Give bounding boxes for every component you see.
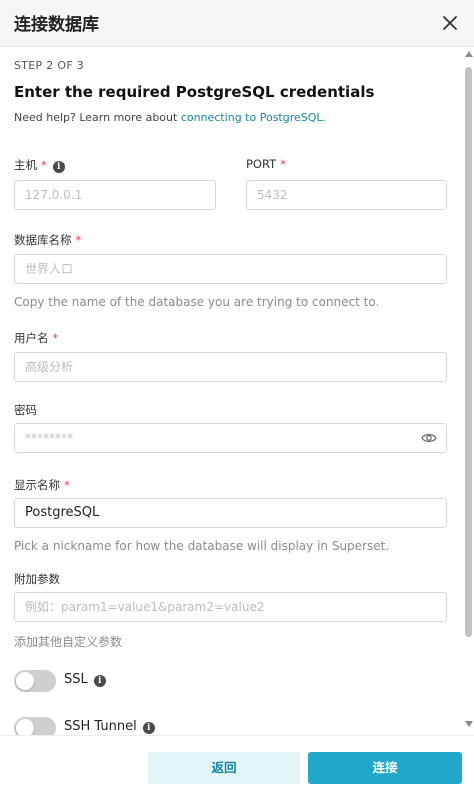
toggle-knob xyxy=(16,719,34,735)
modal-footer: 返回 连接 xyxy=(0,735,474,799)
scroll-down-arrow-icon[interactable] xyxy=(465,721,473,727)
database-hint: Copy the name of the database you are tr… xyxy=(14,295,380,309)
ssl-label-text: SSL xyxy=(64,672,88,687)
display-name-input[interactable]: PostgreSQL xyxy=(14,498,447,528)
step-indicator: STEP 2 OF 3 xyxy=(14,59,85,72)
eye-icon[interactable] xyxy=(421,432,437,444)
display-name-label: 显示名称 * xyxy=(14,477,70,493)
ssh-tunnel-label: SSH Tunnel i xyxy=(64,719,155,734)
password-label-text: 密码 xyxy=(14,403,37,417)
ssh-tunnel-toggle[interactable] xyxy=(14,717,56,735)
close-icon xyxy=(443,16,457,30)
host-label: 主机 * i xyxy=(14,157,65,173)
close-button[interactable] xyxy=(438,12,462,34)
help-text: Need help? Learn more about connecting t… xyxy=(14,111,326,124)
ssl-label: SSL i xyxy=(64,672,106,687)
extra-params-input[interactable]: 例如：param1=value1&param2=value2 xyxy=(14,592,447,622)
modal-header: 连接数据库 xyxy=(0,0,474,47)
back-button[interactable]: 返回 xyxy=(148,752,300,784)
scroll-up-arrow-icon[interactable] xyxy=(465,51,473,57)
info-icon[interactable]: i xyxy=(52,161,65,173)
display-name-label-text: 显示名称 xyxy=(14,478,60,492)
port-label: PORT * xyxy=(246,157,286,171)
username-label: 用户名 * xyxy=(14,330,58,346)
scroll-thumb[interactable] xyxy=(465,67,472,637)
extra-params-label-text: 附加参数 xyxy=(14,572,60,586)
port-input[interactable]: 5432 xyxy=(246,180,447,210)
username-input[interactable]: 高级分析 xyxy=(14,352,447,382)
help-link[interactable]: connecting to PostgreSQL. xyxy=(181,111,326,124)
extra-params-label: 附加参数 xyxy=(14,571,60,587)
required-mark: * xyxy=(64,478,70,492)
password-input[interactable]: ******** xyxy=(14,423,447,453)
port-label-text: PORT xyxy=(246,157,277,171)
scrollbar[interactable] xyxy=(462,47,474,735)
modal-title: 连接数据库 xyxy=(14,15,99,35)
database-label-text: 数据库名称 xyxy=(14,233,72,247)
ssl-toggle[interactable] xyxy=(14,670,56,692)
extra-params-hint: 添加其他自定义参数 xyxy=(14,635,123,649)
required-mark: * xyxy=(52,331,59,345)
database-label: 数据库名称 * xyxy=(14,232,81,248)
modal-body: STEP 2 OF 3 Enter the required PostgreSQ… xyxy=(0,47,474,735)
ssh-tunnel-label-text: SSH Tunnel xyxy=(64,719,137,734)
required-mark: * xyxy=(75,233,82,247)
host-input[interactable]: 127.0.0.1 xyxy=(14,180,216,210)
form-heading: Enter the required PostgreSQL credential… xyxy=(14,83,375,101)
required-mark: * xyxy=(280,157,286,171)
connect-button[interactable]: 连接 xyxy=(308,752,462,784)
info-icon[interactable]: i xyxy=(93,675,106,687)
info-icon[interactable]: i xyxy=(142,722,155,734)
help-prefix: Need help? Learn more about xyxy=(14,111,181,124)
password-label: 密码 xyxy=(14,402,37,418)
password-placeholder: ******** xyxy=(25,431,73,445)
database-input[interactable]: 世界人口 xyxy=(14,254,447,284)
username-label-text: 用户名 xyxy=(14,331,49,345)
host-label-text: 主机 xyxy=(14,158,37,172)
required-mark: * xyxy=(41,158,47,172)
toggle-knob xyxy=(16,672,34,690)
display-name-hint: Pick a nickname for how the database wil… xyxy=(14,539,390,553)
